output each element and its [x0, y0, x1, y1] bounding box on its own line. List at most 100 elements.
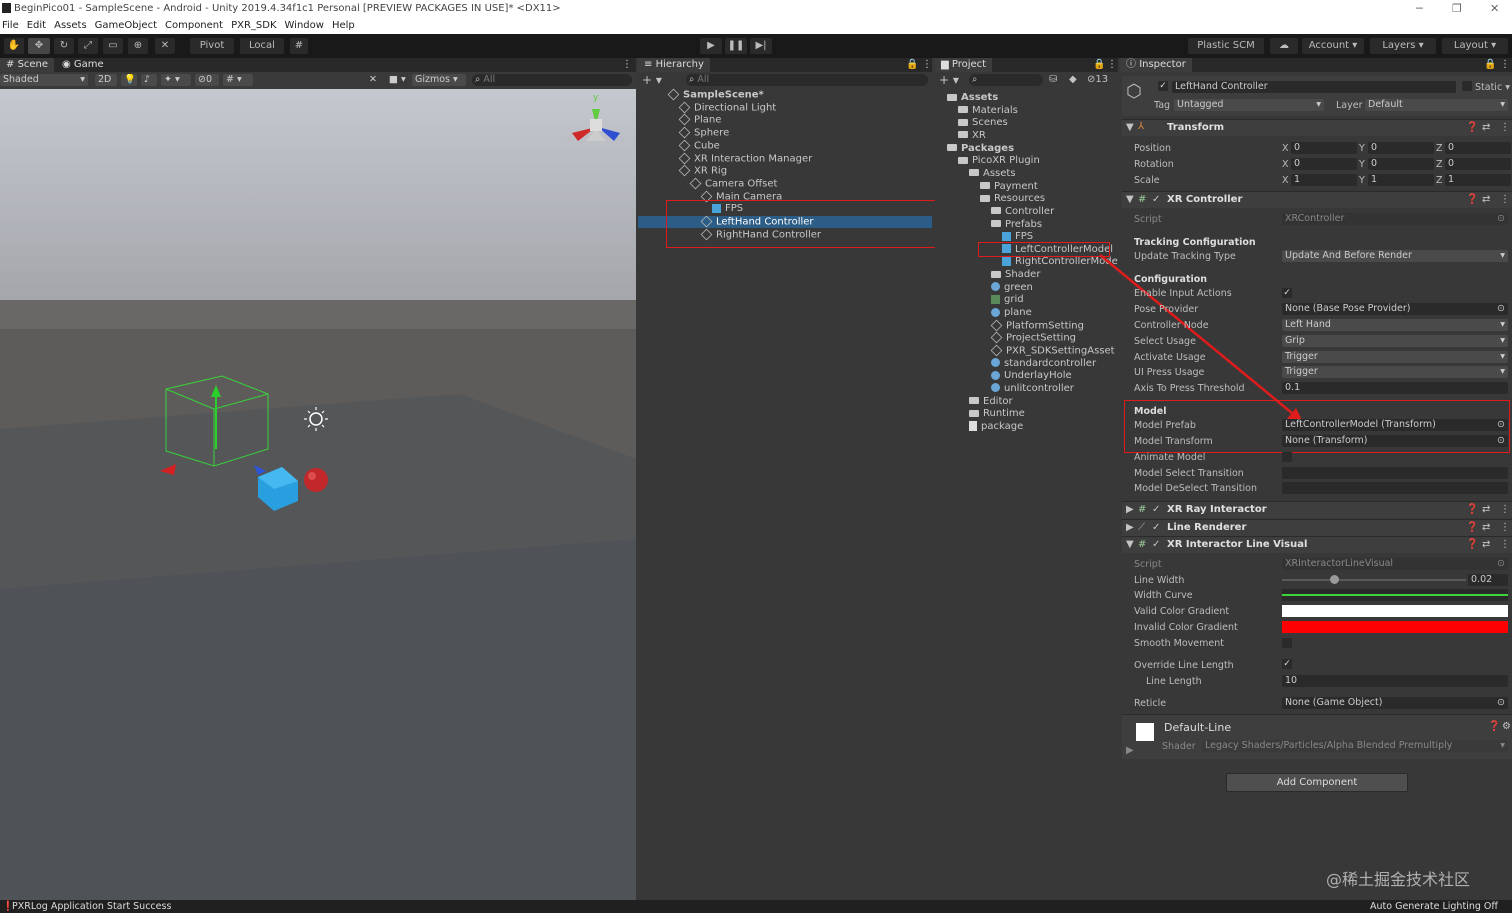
project-item[interactable]: green: [935, 282, 1118, 294]
gear-icon[interactable]: ⚙: [1502, 721, 1511, 732]
axis-threshold-field[interactable]: 0.1: [1282, 382, 1508, 394]
lock-icon[interactable]: 🔒: [1484, 59, 1496, 70]
local-toggle[interactable]: Local: [240, 38, 284, 54]
xr-ray-interactor-header[interactable]: ▶ # ✓ XR Ray Interactor ❓ ⇄ ⋮: [1122, 501, 1512, 518]
static-checkbox[interactable]: [1462, 81, 1472, 91]
enable-input-checkbox[interactable]: ✓: [1282, 288, 1292, 298]
help-icon[interactable]: ❓: [1466, 504, 1478, 515]
project-item[interactable]: grid: [935, 294, 1118, 306]
maximize-button[interactable]: ❐: [1452, 2, 1462, 15]
tab-hierarchy[interactable]: ≡ Hierarchy: [638, 58, 710, 72]
close-button[interactable]: ✕: [1490, 2, 1499, 15]
hierarchy-item[interactable]: Cube: [638, 139, 932, 152]
project-item[interactable]: Controller: [935, 206, 1118, 218]
hierarchy-item[interactable]: Plane: [638, 114, 932, 126]
enabled-checkbox[interactable]: ✓: [1152, 522, 1160, 533]
project-item[interactable]: Payment: [935, 181, 1118, 193]
project-item[interactable]: Assets: [935, 168, 1118, 180]
foldout-arrow-icon[interactable]: ▶: [1126, 745, 1134, 756]
hierarchy-item[interactable]: XR Interaction Manager: [638, 152, 932, 165]
project-item[interactable]: package: [935, 420, 1118, 432]
menu-assets[interactable]: Assets: [54, 20, 87, 31]
transform-header[interactable]: ▼ ⅄ Transform ❓ ⇄ ⋮: [1122, 119, 1512, 136]
project-item[interactable]: ProjectSetting: [935, 332, 1118, 344]
menu-window[interactable]: Window: [285, 20, 324, 31]
tab-project[interactable]: ▆ Project: [935, 58, 993, 72]
model-transform-field[interactable]: None (Transform) ⊙: [1282, 435, 1508, 447]
line-renderer-header[interactable]: ▶ ⟋ ✓ Line Renderer ❓ ⇄ ⋮: [1122, 519, 1512, 536]
filter-label-icon[interactable]: ◆: [1069, 74, 1077, 85]
project-item[interactable]: UnderlayHole: [935, 370, 1118, 382]
lock-icon[interactable]: 🔒: [906, 59, 918, 70]
pivot-toggle[interactable]: Pivot: [190, 38, 234, 54]
camera-dropdown[interactable]: ■ ▾: [386, 74, 410, 86]
model-select-field[interactable]: [1282, 467, 1508, 479]
xr-controller-header[interactable]: ▼ # ✓ XR Controller ❓ ⇄ ⋮: [1122, 191, 1512, 208]
lighting-toggle-icon[interactable]: 💡: [121, 74, 137, 86]
scale-y-field[interactable]: 1: [1368, 174, 1434, 186]
object-picker-icon[interactable]: ⊙: [1497, 213, 1505, 225]
tab-scene[interactable]: # Scene: [0, 58, 55, 72]
rotation-z-field[interactable]: 0: [1445, 158, 1511, 170]
project-item[interactable]: XR: [935, 130, 1118, 142]
active-checkbox[interactable]: ✓: [1158, 81, 1168, 91]
scale-z-field[interactable]: 1: [1445, 174, 1511, 186]
menu-help[interactable]: Help: [332, 20, 355, 31]
grid-toggle[interactable]: # ▾: [223, 74, 253, 86]
menu-pxr-sdk[interactable]: PXR_SDK: [231, 20, 276, 31]
plastic-scm-button[interactable]: Plastic SCM: [1188, 38, 1264, 54]
update-tracking-dropdown[interactable]: Update And Before Render ▾: [1282, 250, 1508, 262]
hidden-packages-toggle[interactable]: ⊘13: [1087, 74, 1108, 85]
object-picker-icon[interactable]: ⊙: [1497, 419, 1505, 431]
rotation-y-field[interactable]: 0: [1368, 158, 1434, 170]
object-picker-icon[interactable]: ⊙: [1497, 697, 1505, 709]
position-x-field[interactable]: 0: [1291, 142, 1357, 154]
menu-component[interactable]: Component: [165, 20, 223, 31]
foldout-arrow-icon[interactable]: ▼: [1126, 194, 1134, 205]
help-icon[interactable]: ❓: [1488, 721, 1500, 732]
project-item[interactable]: Scenes: [935, 117, 1118, 129]
rotation-x-field[interactable]: 0: [1291, 158, 1357, 170]
static-dropdown[interactable]: Static ▾: [1475, 82, 1510, 93]
help-icon[interactable]: ❓: [1466, 539, 1478, 550]
line-width-field[interactable]: 0.02: [1468, 574, 1508, 586]
line-length-field[interactable]: 10: [1282, 675, 1508, 687]
object-picker-icon[interactable]: ⊙: [1497, 435, 1505, 447]
project-item[interactable]: PicoXR Plugin: [935, 155, 1118, 167]
layer-dropdown[interactable]: Default ▾: [1365, 99, 1508, 111]
project-item[interactable]: Editor: [935, 396, 1118, 408]
transform-tool-icon[interactable]: ⊕: [128, 38, 148, 54]
preset-icon[interactable]: ⇄: [1482, 504, 1490, 515]
layout-dropdown[interactable]: Layout ▾: [1442, 38, 1508, 54]
cloud-icon[interactable]: ☁: [1270, 38, 1298, 54]
hierarchy-item[interactable]: XR Rig: [638, 164, 932, 177]
scale-x-field[interactable]: 1: [1291, 174, 1357, 186]
project-item[interactable]: PlatformSetting: [935, 319, 1118, 332]
animate-model-checkbox[interactable]: [1282, 452, 1292, 462]
account-dropdown[interactable]: Account ▾: [1302, 38, 1364, 54]
scene-search-input[interactable]: ⌕ All: [472, 74, 632, 86]
rotate-tool-icon[interactable]: ↻: [54, 38, 74, 54]
foldout-arrow-icon[interactable]: ▶: [1126, 504, 1134, 515]
panel-menu-icon[interactable]: ⋮: [1107, 59, 1117, 70]
project-item[interactable]: Assets: [935, 92, 1118, 104]
panel-menu-icon[interactable]: ⋮: [622, 59, 632, 70]
enabled-checkbox[interactable]: ✓: [1152, 539, 1160, 550]
line-width-slider[interactable]: [1282, 579, 1466, 581]
select-usage-dropdown[interactable]: Grip ▾: [1282, 335, 1508, 347]
toggle-2d-button[interactable]: 2D: [95, 74, 117, 86]
valid-gradient-field[interactable]: [1282, 605, 1508, 617]
object-picker-icon[interactable]: ⊙: [1497, 558, 1505, 570]
grid-snap-icon[interactable]: #: [290, 38, 308, 54]
audio-toggle-icon[interactable]: ♪: [141, 74, 157, 86]
shading-mode-dropdown[interactable]: Shaded ▾: [0, 74, 88, 86]
tab-game[interactable]: ◉ Game: [56, 58, 110, 72]
tab-inspector[interactable]: ⓘ Inspector: [1120, 58, 1192, 72]
panel-menu-icon[interactable]: ⋮: [922, 59, 932, 70]
layers-dropdown[interactable]: Layers ▾: [1370, 38, 1436, 54]
pose-provider-field[interactable]: None (Base Pose Provider) ⊙: [1282, 303, 1508, 315]
status-message[interactable]: PXRLog Application Start Success: [12, 901, 171, 912]
object-name-field[interactable]: LeftHand Controller: [1172, 81, 1456, 93]
hierarchy-item[interactable]: SampleScene*: [638, 88, 932, 101]
lock-icon[interactable]: 🔒: [1093, 59, 1105, 70]
